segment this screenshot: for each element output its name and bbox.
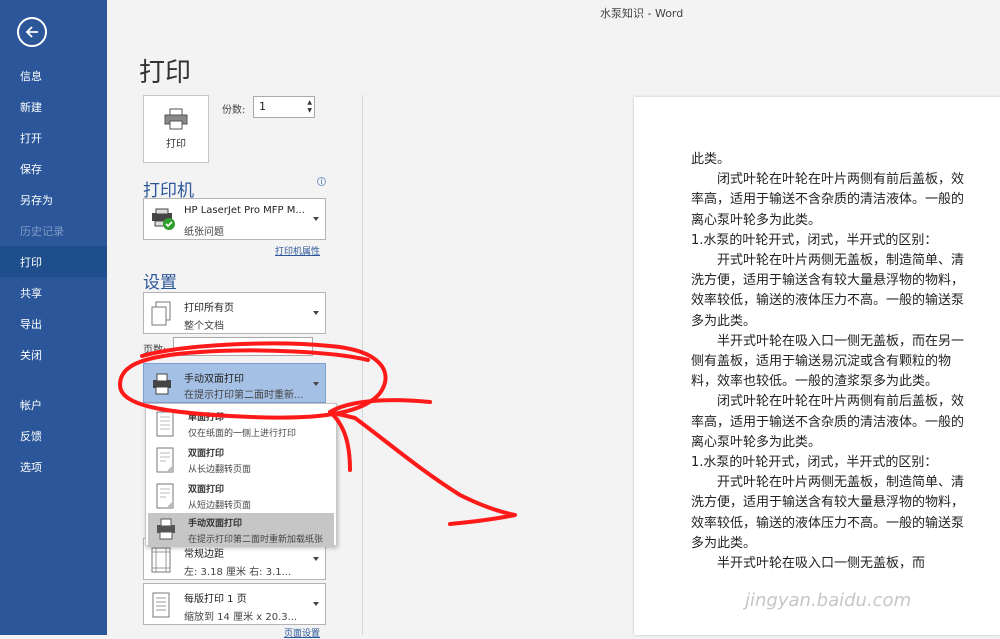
document-paragraph: 半开式叶轮在吸入口一侧无盖板，而 xyxy=(717,556,926,572)
single-page-icon xyxy=(156,411,174,437)
print-button-label: 打印 xyxy=(166,139,186,150)
copies-label: 份数: xyxy=(222,105,246,116)
flip-short-edge-icon xyxy=(156,483,174,509)
document-paragraph: 1.水泵的叶轮开式，闭式，半开式的区别： xyxy=(691,232,938,248)
chevron-down-icon xyxy=(313,311,319,315)
sidebar-item-account[interactable]: 帐户 xyxy=(0,389,107,420)
sidebar-item-share[interactable]: 共享 xyxy=(0,277,107,308)
manual-duplex-icon xyxy=(153,373,171,395)
document-paragraph: 闭式叶轮在叶轮在叶片两侧有前后盖板，效率高，适用于输送不含杂质的清洁液体。一般的… xyxy=(691,394,965,450)
margins-line1: 常规边距 xyxy=(184,549,224,560)
printer-dropdown[interactable]: HP LaserJet Pro MFP M... 纸张问题 xyxy=(143,198,326,240)
menu-item-duplex-long[interactable]: 双面打印 从长边翻转页面 xyxy=(148,443,334,477)
per-sheet-line1: 每版打印 1 页 xyxy=(184,594,247,605)
info-icon[interactable]: i xyxy=(317,177,326,186)
printer-ready-icon xyxy=(152,208,175,230)
copies-value: 1 xyxy=(259,100,266,113)
sidebar-item-history: 历史记录 xyxy=(20,224,64,238)
margins-icon xyxy=(151,547,171,573)
sidebar-item-print[interactable]: 打印 xyxy=(0,246,107,277)
pages-label: 页数: xyxy=(143,345,167,356)
margins-line2: 左: 3.18 厘米 右: 3.1... xyxy=(184,567,292,578)
pages-scope-line1: 打印所有页 xyxy=(184,303,234,314)
menu-item-title: 手动双面打印 xyxy=(188,519,243,529)
back-arrow-icon[interactable] xyxy=(17,17,47,47)
menu-item-desc: 仅在纸面的一侧上进行打印 xyxy=(188,429,297,439)
flip-long-edge-icon xyxy=(156,447,174,473)
menu-item-title: 双面打印 xyxy=(188,449,225,459)
document-paragraph: 闭式叶轮在叶轮在叶片两侧有前后盖板，效率高，适用于输送不含杂质的清洁液体。一般的… xyxy=(691,172,965,228)
menu-item-desc: 从长边翻转页面 xyxy=(188,465,252,475)
print-button[interactable]: 打印 xyxy=(143,95,209,163)
document-paragraph: 半开式叶轮在吸入口一侧无盖板，而在另一侧有盖板，适用于输送易沉淀或含有颗粒的物料… xyxy=(691,333,965,390)
panel-divider xyxy=(362,95,363,635)
printer-status: 纸张问题 xyxy=(184,227,224,238)
menu-item-desc: 在提示打印第二面时重新加载纸张 xyxy=(188,535,324,545)
menu-item-manual-duplex[interactable]: 手动双面打印 在提示打印第二面时重新加载纸张 xyxy=(148,513,334,547)
manual-duplex-icon xyxy=(157,518,175,540)
menu-item-title: 单面打印 xyxy=(188,413,225,423)
menu-item-desc: 从短边翻转页面 xyxy=(188,501,252,511)
printer-properties-link[interactable]: 打印机属性 xyxy=(275,244,320,257)
duplex-options-menu: 单面打印 仅在纸面的一侧上进行打印 双面打印 从长边翻转页面 双面打印 从短边翻… xyxy=(145,403,337,547)
sidebar-item-close[interactable]: 关闭 xyxy=(0,339,107,370)
printer-name: HP LaserJet Pro MFP M... xyxy=(184,205,305,216)
menu-item-one-sided[interactable]: 单面打印 仅在纸面的一侧上进行打印 xyxy=(148,407,334,441)
document-paragraph: 开式叶轮在叶片两侧无盖板，制造简单、清洗方便，适用于输送含有较大量悬浮物的物料，… xyxy=(691,253,965,329)
document-paragraph: 1.水泵的叶轮开式，闭式，半开式的区别： xyxy=(691,455,938,471)
chevron-down-icon xyxy=(313,602,319,606)
backstage-sidebar: 信息 新建 打开 保存 另存为 历史记录 打印 共享 导出 关闭 帐户 反馈 选… xyxy=(0,0,107,635)
sidebar-nav: 信息 新建 打开 保存 另存为 历史记录 打印 共享 导出 关闭 帐户 反馈 选… xyxy=(0,60,107,482)
sidebar-item-new[interactable]: 新建 xyxy=(0,91,107,122)
pages-input[interactable] xyxy=(173,337,313,356)
pages-scope-line2: 整个文档 xyxy=(184,321,224,332)
document-paragraph: 开式叶轮在叶片两侧无盖板，制造简单、清洗方便，适用于输送含有较大量悬浮物的物料，… xyxy=(691,475,965,551)
duplex-dropdown[interactable]: 手动双面打印 在提示打印第二面时重新... xyxy=(143,363,326,403)
pages-scope-dropdown[interactable]: 打印所有页 整个文档 xyxy=(143,292,326,334)
pages-per-sheet-dropdown[interactable]: 每版打印 1 页 缩放到 14 厘米 x 20.3... xyxy=(143,583,326,625)
chevron-down-icon xyxy=(313,382,319,386)
sidebar-item-save-as[interactable]: 另存为 xyxy=(0,184,107,215)
page-icon xyxy=(152,592,170,618)
sidebar-item-options[interactable]: 选项 xyxy=(0,451,107,482)
duplex-line2: 在提示打印第二面时重新... xyxy=(184,390,304,401)
duplex-line1: 手动双面打印 xyxy=(184,374,244,385)
menu-item-title: 双面打印 xyxy=(188,485,225,495)
sidebar-item-save[interactable]: 保存 xyxy=(0,153,107,184)
document-paragraph: 此类。 xyxy=(691,152,731,167)
pages-icon xyxy=(151,301,171,326)
chevron-down-icon xyxy=(313,557,319,561)
sidebar-item-feedback[interactable]: 反馈 xyxy=(0,420,107,451)
chevron-down-icon xyxy=(313,217,319,221)
page-title: 打印 xyxy=(139,58,192,88)
copies-spinner-icon[interactable]: ▲ ▼ xyxy=(307,99,312,115)
document-text: 此类。闭式叶轮在叶轮在叶片两侧有前后盖板，效率高，适用于输送不含杂质的清洁液体。… xyxy=(691,150,966,574)
per-sheet-line2: 缩放到 14 厘米 x 20.3... xyxy=(184,612,298,623)
page-setup-link[interactable]: 页面设置 xyxy=(284,626,320,639)
print-preview-page: 此类。闭式叶轮在叶轮在叶片两侧有前后盖板，效率高，适用于输送不含杂质的清洁液体。… xyxy=(634,97,1000,635)
sidebar-item-open[interactable]: 打开 xyxy=(0,122,107,153)
copies-input[interactable]: 1 ▲ ▼ xyxy=(253,96,315,118)
menu-item-duplex-short[interactable]: 双面打印 从短边翻转页面 xyxy=(148,479,334,513)
sidebar-item-info[interactable]: 信息 xyxy=(0,60,107,91)
watermark-text: jingyan.baidu.com xyxy=(745,590,912,611)
sidebar-item-export[interactable]: 导出 xyxy=(0,308,107,339)
window-title: 水泵知识 - Word xyxy=(600,7,684,20)
settings-section-title: 设置 xyxy=(143,273,177,293)
printer-icon xyxy=(164,108,188,130)
